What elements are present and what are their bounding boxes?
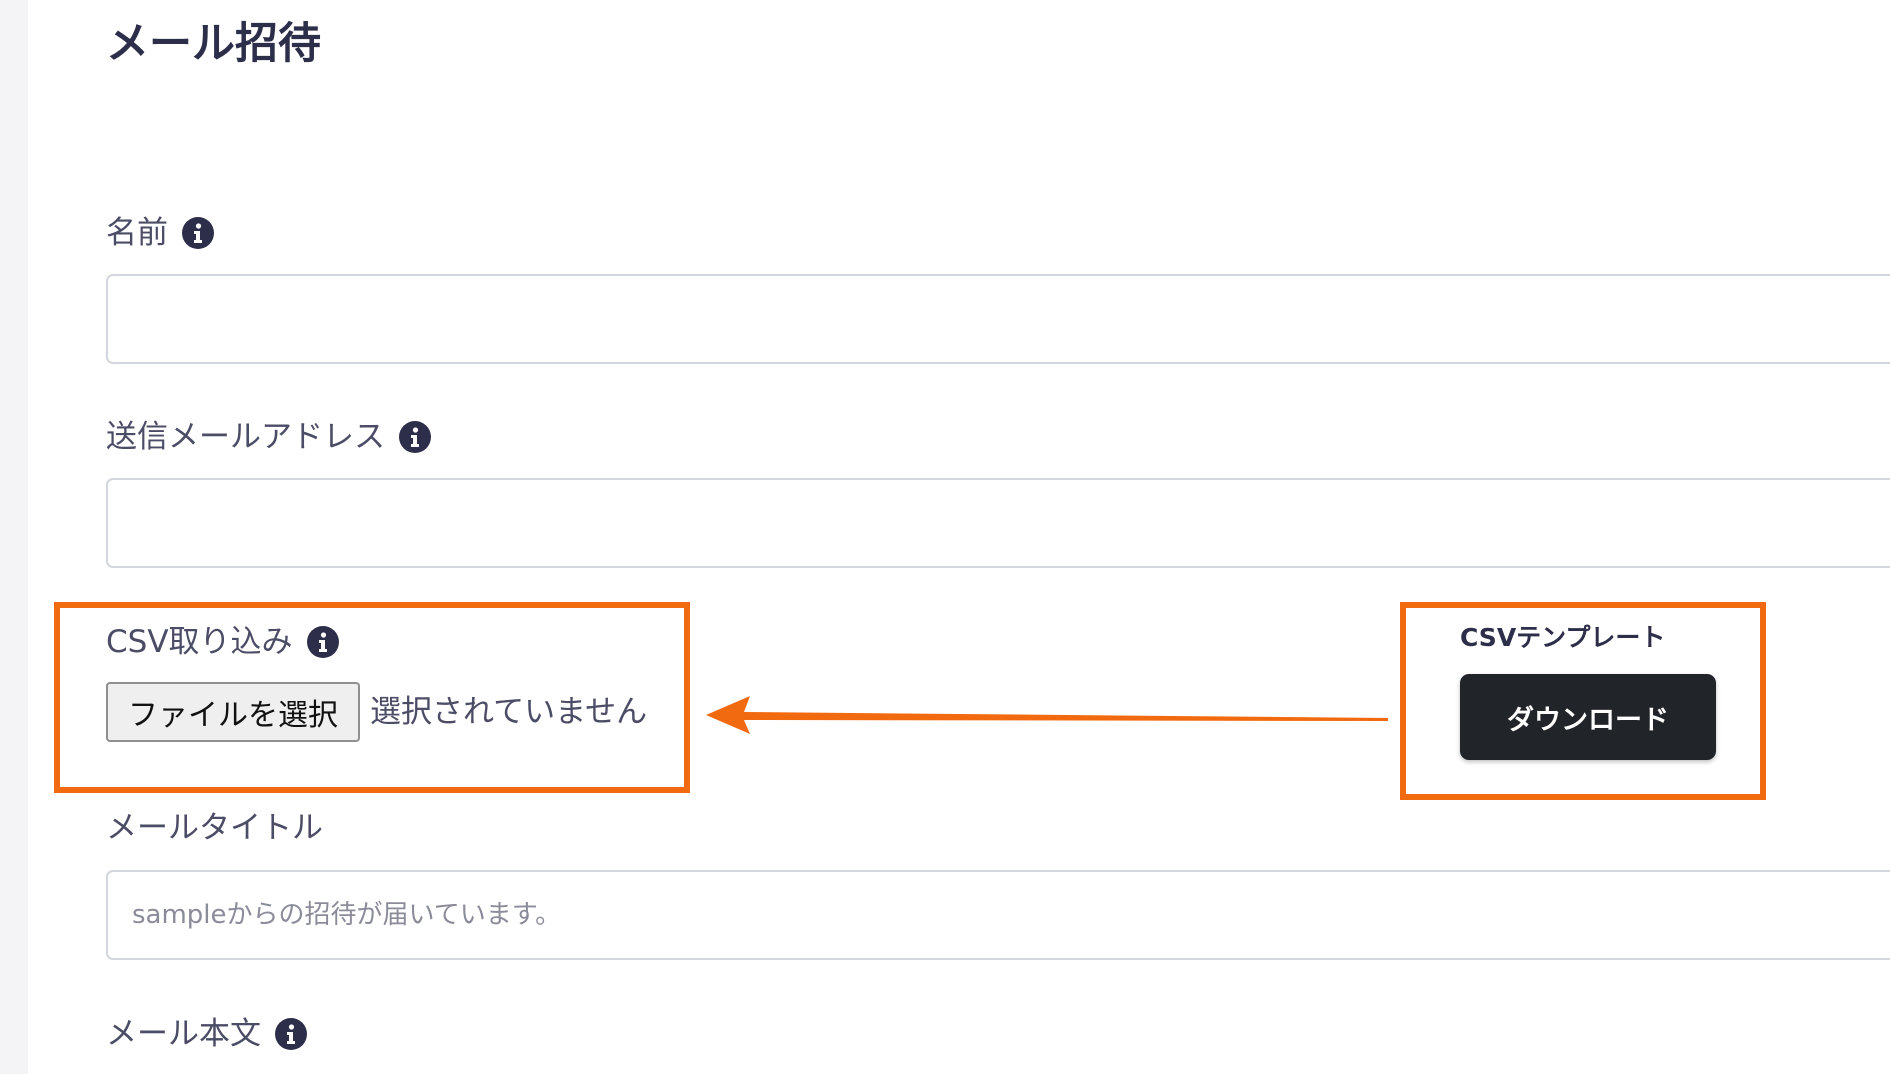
sender-email-label-text: 送信メールアドレス [106,419,385,455]
info-icon[interactable] [306,626,339,658]
arrow-left-icon [706,696,1388,734]
download-button[interactable]: ダウンロード [1460,674,1716,760]
choose-file-button[interactable]: ファイルを選択 [106,682,360,742]
info-icon[interactable] [275,1018,307,1050]
mail-title-input[interactable] [106,870,1890,960]
name-label-text: 名前 [106,215,168,251]
mail-title-label-text: メールタイトル [106,810,323,846]
csv-import-label-text: CSV取り込み [106,624,293,660]
name-input[interactable] [106,274,1890,364]
sender-email-input[interactable] [106,478,1890,568]
page: メール招待 名前 送信メールアドレス CSV取り込み ファイルを選択 選択されて… [0,0,1890,1074]
file-status-text: 選択されていません [370,694,648,730]
mail-title-field-label: メールタイトル [106,808,323,848]
sender-email-field-label: 送信メールアドレス [106,417,431,457]
csv-template-label: CSVテンプレート [1460,623,1666,652]
page-title: メール招待 [106,19,321,69]
info-icon[interactable] [399,421,431,453]
mail-body-label-text: メール本文 [106,1016,261,1052]
info-icon[interactable] [182,217,214,249]
csv-import-field-label: CSV取り込み [106,622,339,662]
name-field-label: 名前 [106,213,214,253]
mail-body-field-label: メール本文 [106,1014,307,1054]
left-sidebar-edge [0,0,28,1074]
